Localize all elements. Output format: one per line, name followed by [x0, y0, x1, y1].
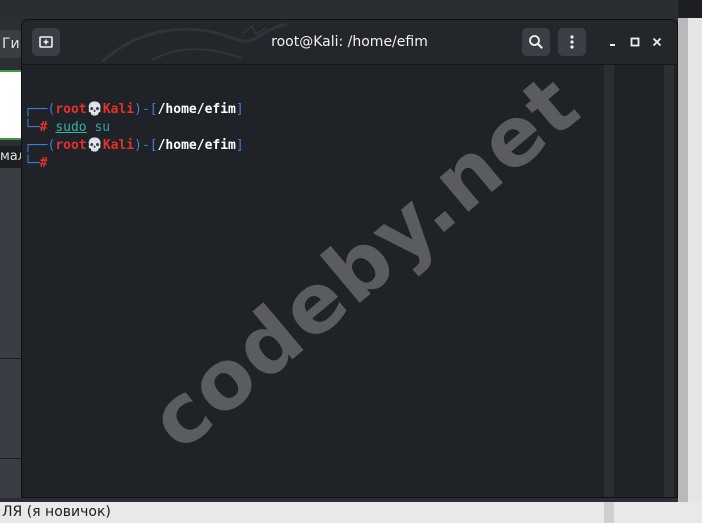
prompt-line: ┌──(root💀Kali)-[/home/efim]	[24, 101, 244, 119]
terminal-scroll-track[interactable]	[604, 65, 614, 497]
skull-icon: 💀	[86, 102, 103, 117]
close-button[interactable]	[649, 34, 665, 50]
command-line: └─# sudo su	[24, 119, 110, 137]
skull-icon: 💀	[86, 138, 103, 153]
new-tab-icon	[39, 36, 53, 48]
command-line[interactable]: └─#	[24, 155, 47, 173]
terminal-scrollbar[interactable]	[664, 65, 674, 497]
search-button[interactable]	[522, 28, 550, 56]
background-window-corner	[678, 0, 702, 18]
terminal-window[interactable]: root@Kali: /home/efim ┌──(root💀Kali)-[/h…	[22, 20, 677, 497]
minimize-icon	[610, 44, 615, 46]
prompt-line: ┌──(root💀Kali)-[/home/efim]	[24, 137, 244, 155]
prompt-bracket-close: ]	[235, 138, 244, 153]
maximize-button[interactable]	[627, 34, 643, 50]
prompt-user: root	[55, 138, 87, 153]
prompt-path: /home/efim	[157, 102, 236, 117]
command-args: su	[86, 120, 111, 135]
terminal-output[interactable]: ┌──(root💀Kali)-[/home/efim] └─# sudo su …	[22, 65, 677, 497]
prompt-separator: )-[	[134, 102, 158, 117]
prompt-symbol: #	[39, 156, 48, 171]
prompt-host: Kali	[102, 138, 135, 153]
kebab-menu-icon	[570, 35, 574, 49]
desktop-top-strip	[0, 0, 702, 20]
prompt-path: /home/efim	[157, 138, 236, 153]
background-window-strip	[678, 0, 688, 523]
search-icon	[529, 35, 543, 49]
terminal-titlebar[interactable]: root@Kali: /home/efim	[22, 20, 677, 65]
prompt-host: Kali	[102, 102, 135, 117]
status-scrollbar	[604, 502, 614, 523]
minimize-button[interactable]	[605, 34, 621, 50]
prompt-user: root	[55, 102, 87, 117]
prompt-corner: ┌──(	[24, 138, 56, 153]
background-status-bar: ЛЯ (я новичок)	[0, 502, 702, 523]
background-window-edge	[678, 0, 702, 523]
status-text: ЛЯ (я новичок)	[2, 504, 111, 520]
prompt-corner: ┌──(	[24, 102, 56, 117]
new-tab-button[interactable]	[32, 28, 60, 56]
prompt-separator: )-[	[134, 138, 158, 153]
prompt-corner: └─	[24, 156, 40, 171]
prompt-bracket-close: ]	[235, 102, 244, 117]
close-icon	[652, 37, 662, 47]
menu-button[interactable]	[558, 28, 586, 56]
command-name: sudo	[55, 120, 87, 135]
maximize-icon	[630, 37, 640, 47]
prompt-corner: └─	[24, 120, 40, 135]
